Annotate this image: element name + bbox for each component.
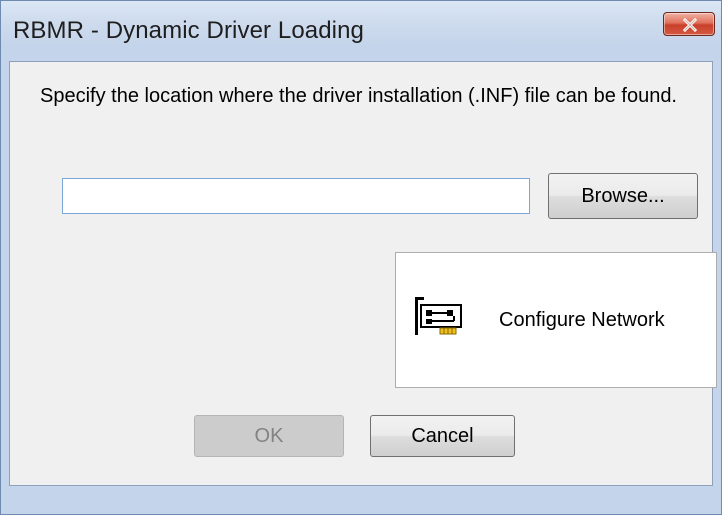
dialog-window: RBMR - Dynamic Driver Loading Specify th… — [0, 0, 722, 515]
close-button[interactable] — [663, 12, 715, 36]
configure-network-label: Configure Network — [499, 309, 665, 331]
browse-button[interactable]: Browse... — [548, 173, 698, 219]
instruction-text: Specify the location where the driver in… — [40, 85, 677, 107]
cancel-button[interactable]: Cancel — [370, 415, 515, 457]
title-bar[interactable]: RBMR - Dynamic Driver Loading — [1, 1, 721, 61]
close-icon — [683, 18, 697, 32]
configure-network-button[interactable]: Configure Network — [395, 252, 717, 388]
window-title: RBMR - Dynamic Driver Loading — [13, 17, 364, 44]
network-card-icon — [415, 297, 462, 335]
inf-path-input[interactable] — [62, 178, 530, 214]
dialog-body: Specify the location where the driver in… — [9, 61, 717, 486]
ok-button[interactable]: OK — [194, 415, 344, 457]
